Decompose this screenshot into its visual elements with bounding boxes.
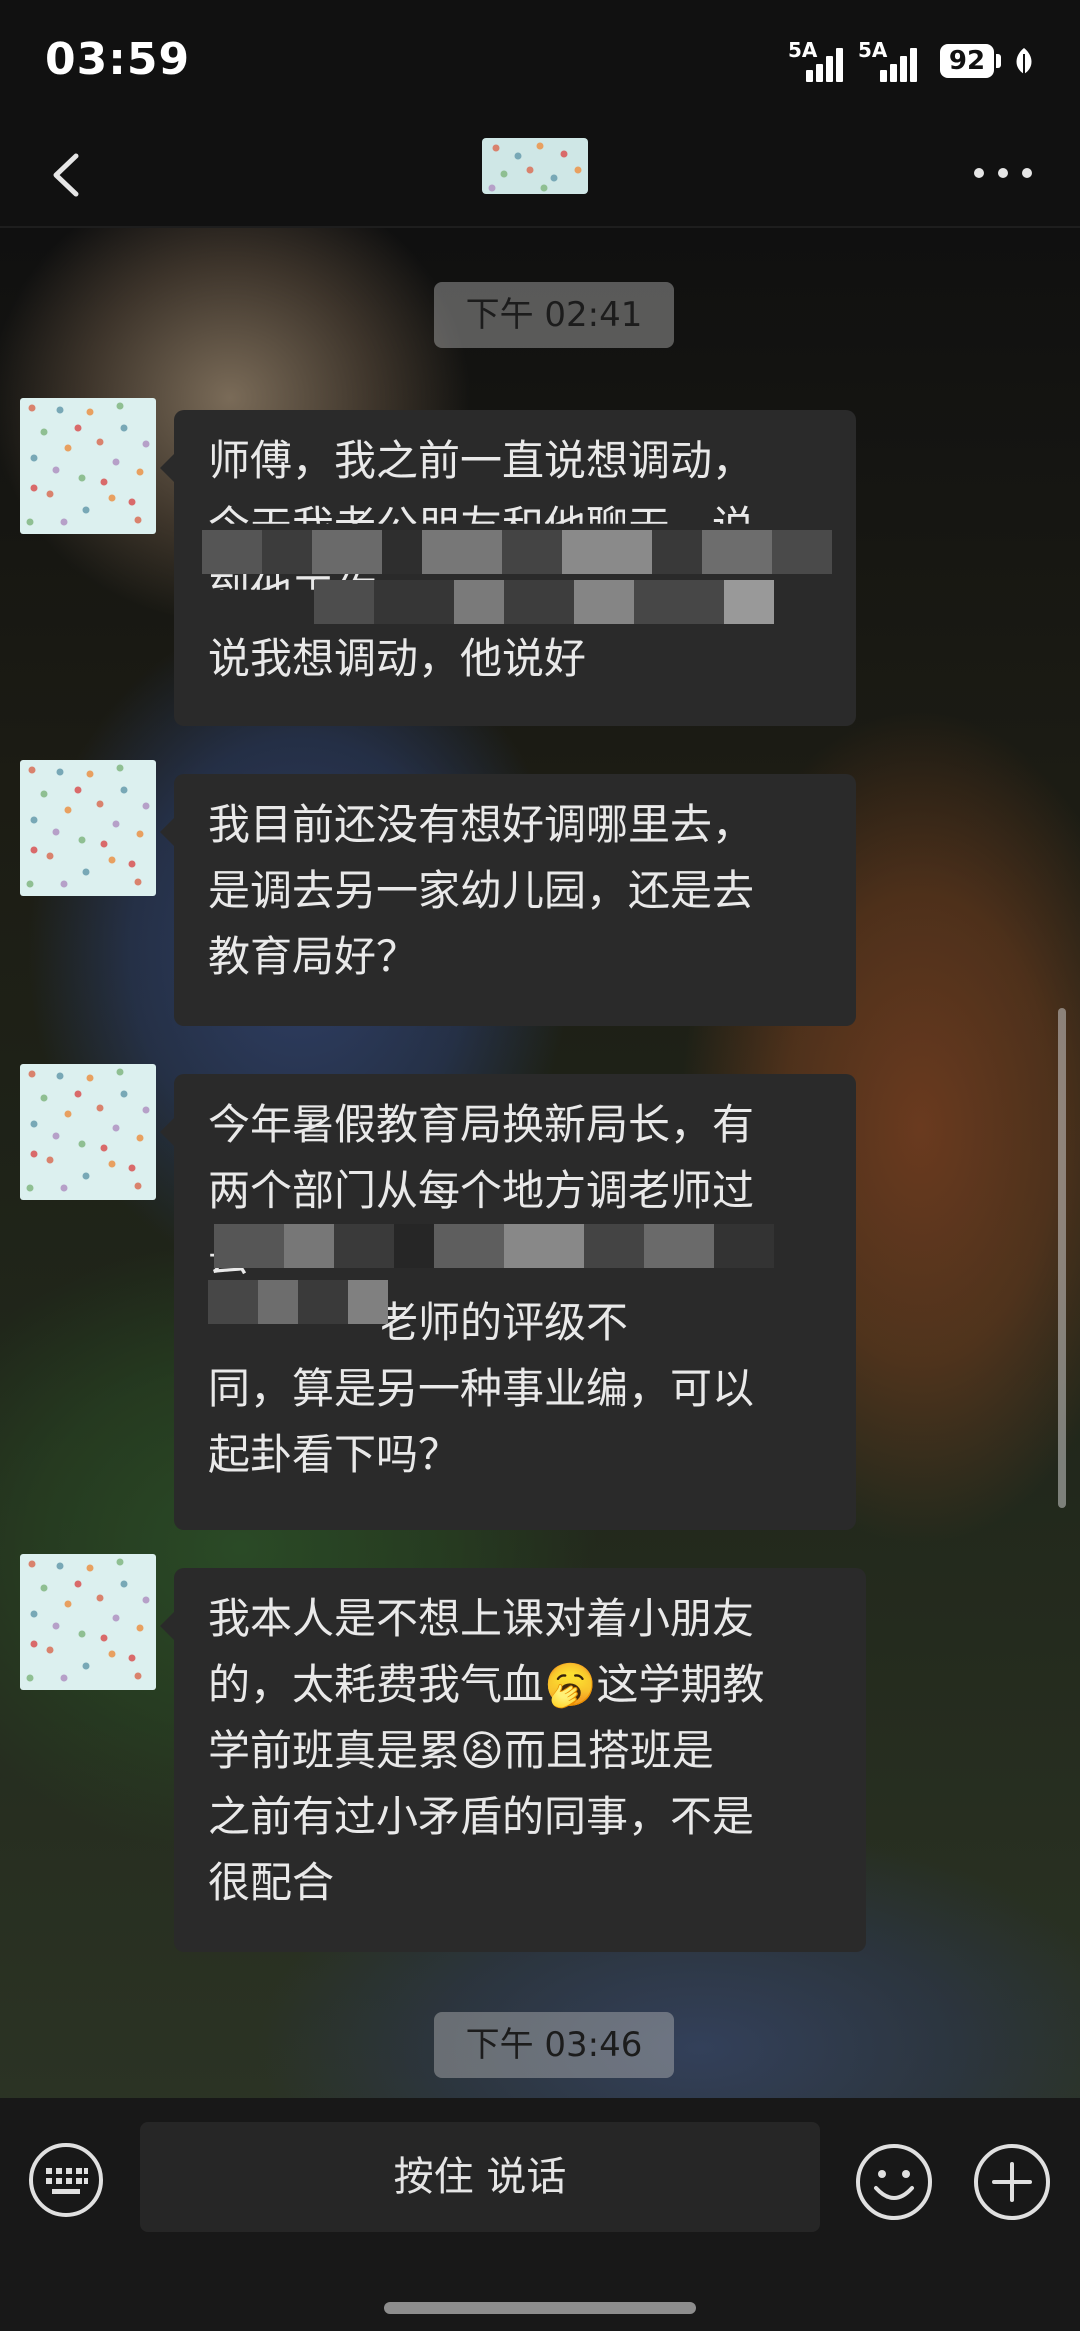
- back-chevron-icon[interactable]: [36, 142, 100, 208]
- avatar[interactable]: [20, 760, 156, 896]
- keyboard-icon[interactable]: [28, 2142, 104, 2218]
- message-line: 教育局好？: [208, 932, 419, 981]
- redacted-mosaic: [314, 580, 774, 624]
- chat-area[interactable]: 下午 02:41 师傅，我之前一直说想调动， 今天我老公朋友和他聊天，说 到他工…: [0, 228, 1080, 2098]
- message-bubble[interactable]: 我目前还没有想好调哪里去， 是调去另一家幼儿园，还是去 教育局好？: [160, 774, 856, 1026]
- home-indicator[interactable]: [384, 2302, 696, 2314]
- signal-label: 5A: [788, 38, 818, 62]
- battery-tip: [996, 54, 1001, 68]
- message-line-with-emoji: 的，太耗费我气血🥱这学期教: [208, 1652, 840, 1718]
- signal-icon: 5A: [858, 38, 928, 82]
- message-text: 而且搭班是: [503, 1726, 714, 1775]
- message-line: 同，算是另一种事业编，可以: [208, 1364, 755, 1413]
- scrollbar[interactable]: [1058, 1008, 1066, 1508]
- message-bubble[interactable]: 我本人是不想上课对着小朋友 的，太耗费我气血🥱这学期教 学前班真是累😫而且搭班是…: [160, 1568, 866, 1952]
- timestamp: 下午 02:41: [434, 282, 674, 348]
- message-line: 之前有过小矛盾的同事，不是: [208, 1792, 755, 1841]
- tired-face-emoji-icon: 😫: [460, 1726, 504, 1775]
- yawning-face-emoji-icon: 🥱: [544, 1660, 597, 1709]
- message-line: 很配合: [208, 1858, 335, 1907]
- message-text: 的，太耗费我气血: [208, 1660, 545, 1709]
- message-line: 师傅，我之前一直说想调动，: [208, 436, 755, 485]
- leaf-icon: [1016, 48, 1032, 74]
- message-line: 两个部门从每个地方调老师过: [208, 1166, 755, 1215]
- message-line: 我本人是不想上课对着小朋友: [208, 1594, 755, 1643]
- chat-title-blurred: [482, 138, 588, 194]
- avatar[interactable]: [20, 1554, 156, 1690]
- avatar[interactable]: [20, 398, 156, 534]
- redacted-mosaic: [202, 530, 832, 574]
- hold-to-talk-button[interactable]: 按住 说话: [140, 2122, 820, 2232]
- message-line: 起卦看下吗？: [208, 1430, 461, 1479]
- input-bar: 按住 说话: [0, 2098, 1080, 2331]
- plus-icon[interactable]: [972, 2142, 1052, 2222]
- message-bubble[interactable]: 师傅，我之前一直说想调动， 今天我老公朋友和他聊天，说 到他工作 说我想调动，他…: [160, 410, 856, 726]
- status-bar: 03:59 5A 5A 92: [0, 0, 1080, 124]
- message-line-with-emoji: 学前班真是累😫而且搭班是: [208, 1718, 840, 1784]
- signal-label: 5A: [858, 38, 888, 62]
- timestamp: 下午 03:46: [434, 2012, 674, 2078]
- message-bubble[interactable]: 今年暑假教育局换新局长，有 两个部门从每个地方调老师过 去 一下过和老师的评级不…: [160, 1074, 856, 1530]
- message-text: 这学期教: [596, 1660, 765, 1709]
- more-options-icon[interactable]: [966, 148, 1040, 198]
- redacted-mosaic: [214, 1224, 774, 1268]
- message-line: 我目前还没有想好调哪里去，: [208, 800, 755, 849]
- battery-icon: 92: [940, 44, 994, 78]
- nav-bar: [0, 124, 1080, 228]
- message-line: 说我想调动，他说好: [208, 634, 587, 683]
- message-text: 学前班真是累: [208, 1726, 461, 1775]
- emoji-icon[interactable]: [854, 2142, 934, 2222]
- message-line: 是调去另一家幼儿园，还是去: [208, 866, 755, 915]
- signal-icon: 5A: [788, 38, 848, 82]
- message-line: 今年暑假教育局换新局长，有: [208, 1100, 755, 1149]
- status-time: 03:59: [45, 34, 191, 85]
- avatar[interactable]: [20, 1064, 156, 1200]
- redacted-mosaic: [208, 1280, 388, 1324]
